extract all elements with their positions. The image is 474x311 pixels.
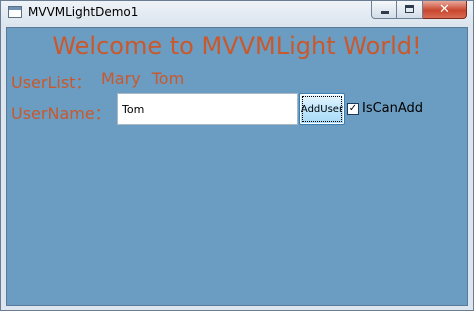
minimize-icon xyxy=(381,11,389,14)
client-area: Welcome to MVVMLight World! UserList： Ma… xyxy=(6,27,468,306)
minimize-button[interactable] xyxy=(371,1,397,19)
app-icon[interactable] xyxy=(8,6,22,18)
title-bar[interactable]: MVVMLightDemo1 ✕ xyxy=(1,1,473,26)
maximize-icon xyxy=(405,5,414,13)
app-window: MVVMLightDemo1 ✕ Welcome to MVVMLight Wo… xyxy=(0,0,474,311)
checkmark-icon: ✓ xyxy=(348,103,358,114)
username-label: UserName： xyxy=(11,104,111,123)
close-icon: ✕ xyxy=(439,2,450,17)
maximize-button[interactable] xyxy=(397,1,423,19)
is-can-add-checkbox[interactable]: ✓ xyxy=(347,103,359,115)
userlist-label: UserList： xyxy=(11,73,92,92)
welcome-heading: Welcome to MVVMLight World! xyxy=(52,32,422,60)
caption-buttons: ✕ xyxy=(371,1,467,20)
is-can-add-label[interactable]: IsCanAdd xyxy=(362,101,423,116)
close-button[interactable]: ✕ xyxy=(423,1,467,19)
userlist-names: Mary Tom xyxy=(101,69,185,88)
window-title: MVVMLightDemo1 xyxy=(28,5,139,19)
add-user-button[interactable]: AddUser xyxy=(299,93,345,125)
username-input[interactable] xyxy=(117,93,298,125)
